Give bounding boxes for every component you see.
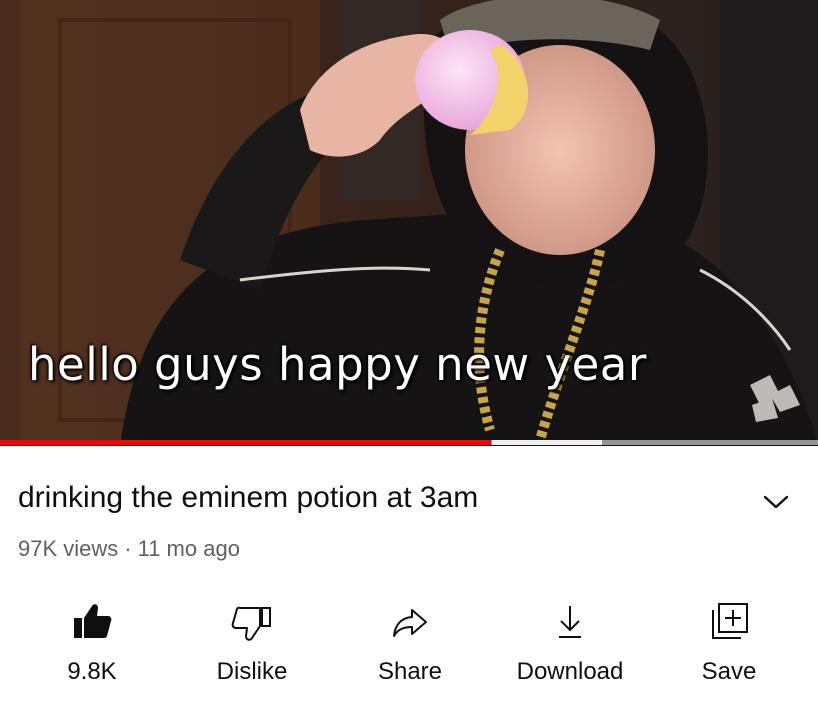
thumbs-up-icon: [74, 604, 112, 638]
thumbs-down-icon: [231, 606, 271, 641]
view-count: 97K views: [18, 536, 119, 561]
video-meta: 97K views · 11 mo ago: [18, 536, 240, 562]
share-icon: [393, 609, 427, 637]
download-button[interactable]: Download: [500, 596, 640, 696]
download-label: Download: [516, 658, 624, 685]
upload-age: 11 mo ago: [137, 536, 240, 561]
action-bar: 9.8K Dislike Share Download Save: [0, 596, 818, 696]
dislike-label: Dislike: [216, 658, 288, 685]
like-count: 9.8K: [67, 658, 117, 685]
progress-played: [0, 440, 491, 445]
dislike-button[interactable]: Dislike: [182, 596, 322, 696]
progress-bar[interactable]: [0, 440, 818, 445]
add-to-playlist-icon: [712, 603, 748, 639]
chevron-down-icon[interactable]: [762, 492, 790, 512]
progress-buffer: [492, 440, 602, 445]
save-button[interactable]: Save: [659, 596, 799, 696]
save-label: Save: [701, 658, 757, 685]
share-button[interactable]: Share: [340, 596, 480, 696]
video-title[interactable]: drinking the eminem potion at 3am: [18, 481, 478, 515]
video-player[interactable]: hello guys happy new year: [0, 0, 818, 446]
download-icon: [559, 606, 581, 638]
video-caption: hello guys happy new year: [28, 338, 647, 391]
share-label: Share: [377, 658, 443, 685]
meta-separator: ·: [124, 536, 132, 561]
like-button[interactable]: 9.8K: [22, 596, 162, 696]
